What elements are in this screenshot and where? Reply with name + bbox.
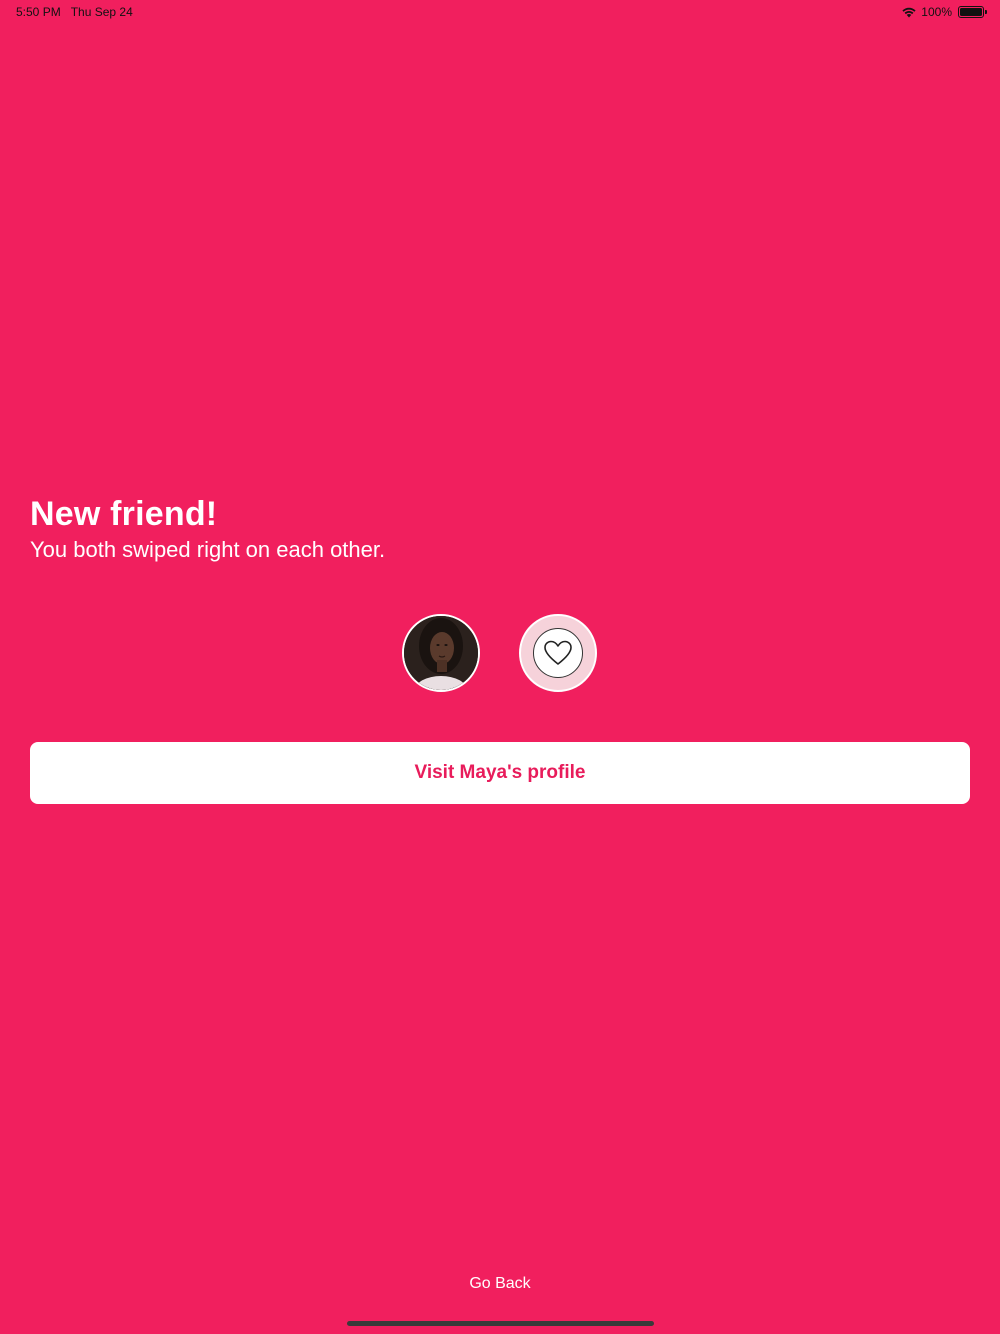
- match-subtitle: You both swiped right on each other.: [30, 537, 386, 562]
- wifi-icon: [902, 7, 916, 18]
- status-date: Thu Sep 24: [70, 5, 133, 19]
- match-title: New friend!: [30, 495, 218, 533]
- status-left: 5:50 PM Thu Sep 24: [16, 5, 133, 19]
- home-indicator: [347, 1321, 654, 1326]
- avatar-heart: [519, 614, 597, 692]
- avatar-photo: [402, 614, 480, 692]
- status-right: 100%: [901, 5, 987, 19]
- heart-icon: [544, 640, 572, 665]
- person-photo-icon: [404, 616, 478, 690]
- status-time: 5:50 PM: [16, 5, 61, 19]
- status-bar: 5:50 PM Thu Sep 24 100%: [0, 0, 1000, 24]
- battery-percent: 100%: [921, 5, 952, 19]
- go-back-link[interactable]: Go Back: [0, 1275, 1000, 1293]
- heart-badge: [533, 628, 583, 678]
- visit-profile-button[interactable]: Visit Maya's profile: [30, 742, 970, 804]
- battery-icon: [958, 6, 987, 18]
